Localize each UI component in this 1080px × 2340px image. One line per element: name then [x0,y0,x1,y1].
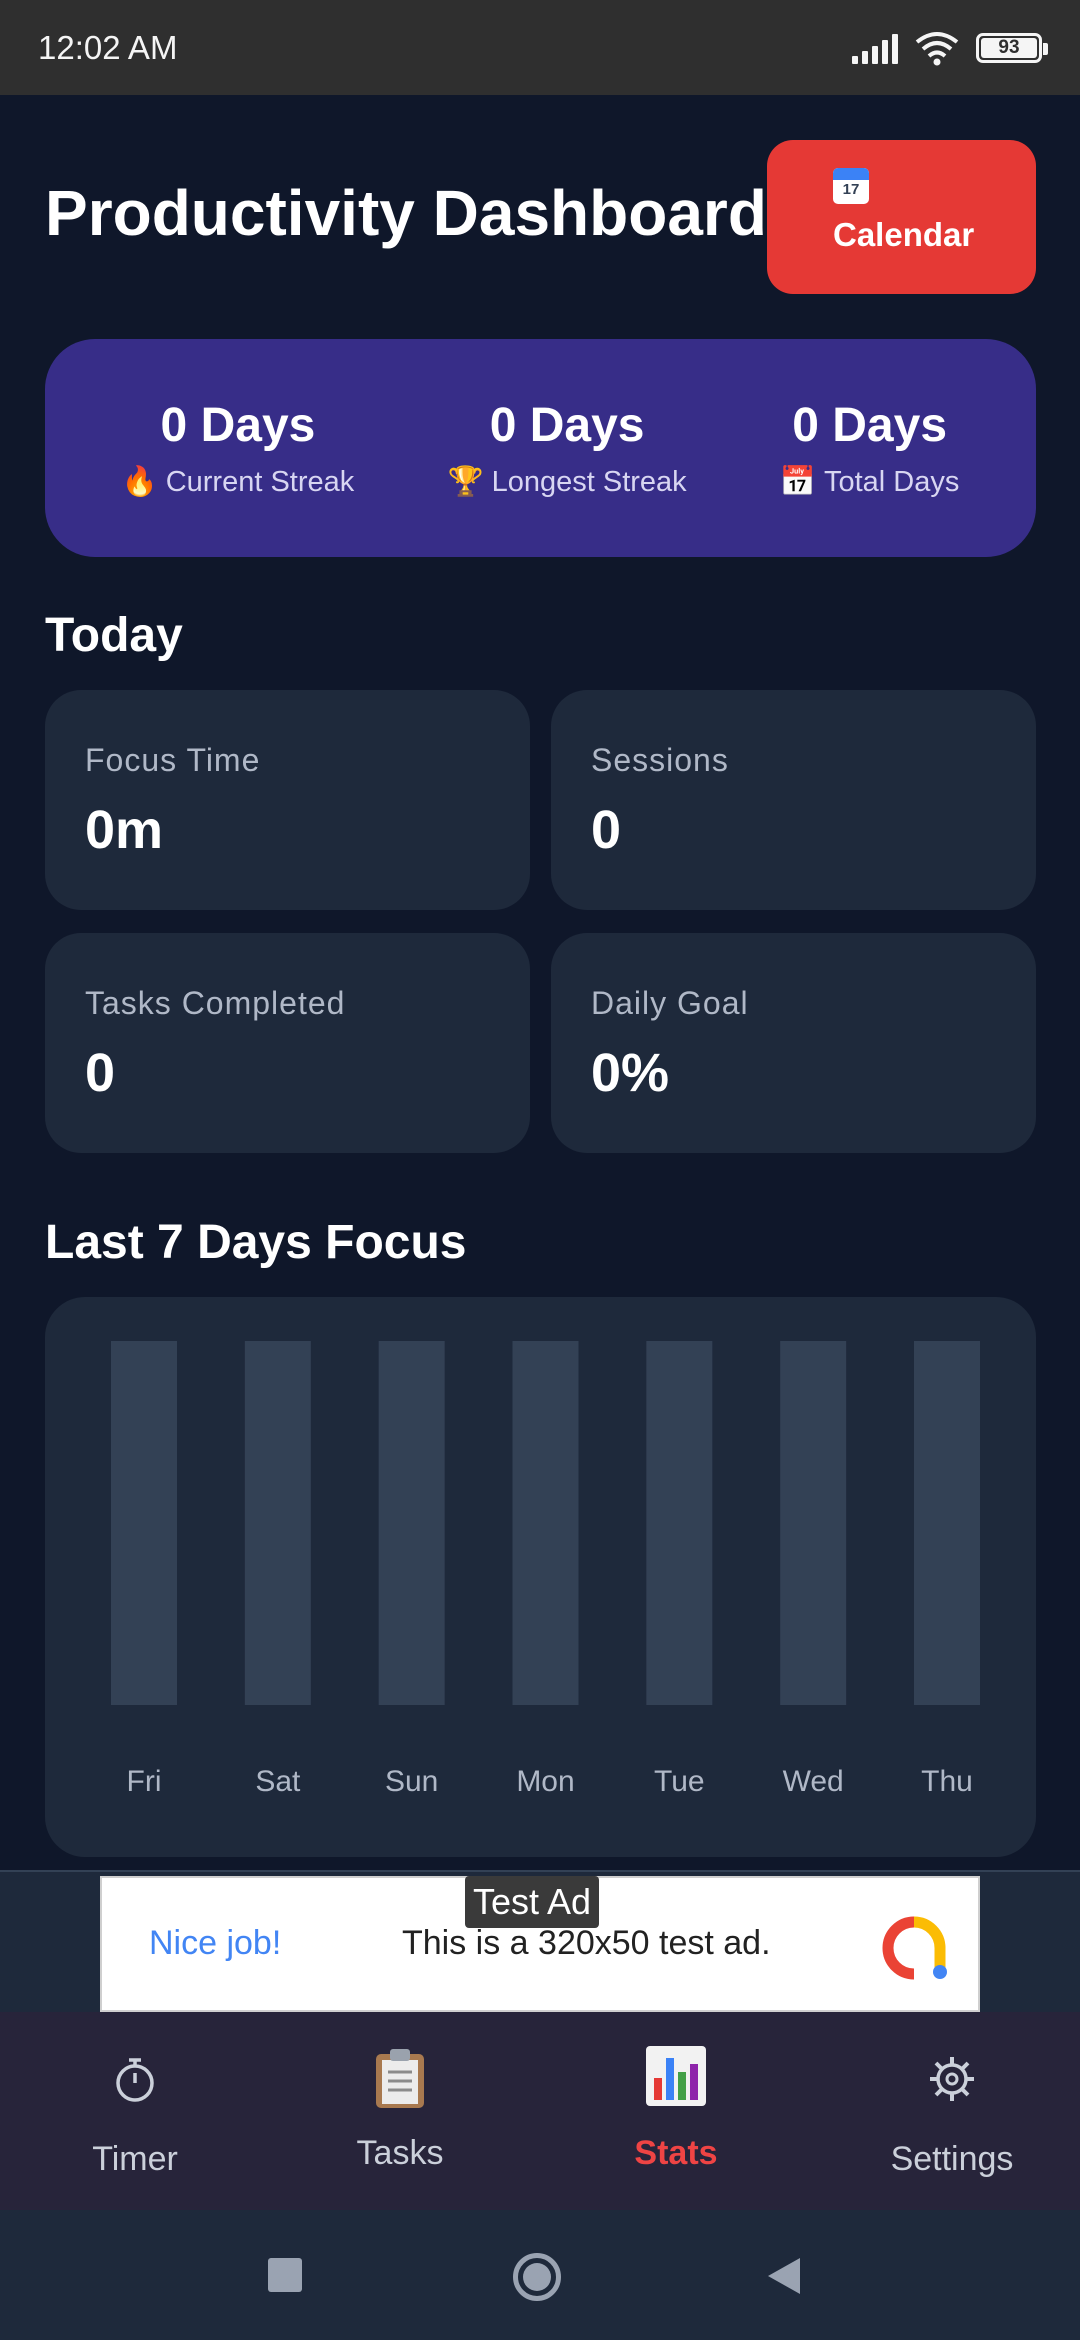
section-title-today: Today [45,609,183,662]
system-nav-bar [0,2210,1080,2340]
calendar-button[interactable]: 17 Calendar [767,140,1036,294]
chart-bar-track [646,1341,713,1705]
chart-tick-label: Sun [385,1765,438,1798]
clipboard-icon [376,2049,424,2108]
stat-label: Daily Goal [591,985,749,1021]
nav-item-settings[interactable]: Settings [817,2012,1080,2210]
total-days: 0 Days 📅 Total Days [780,398,960,499]
nav-item-timer[interactable]: Timer [0,2012,270,2210]
calendar-button-label: Calendar [833,216,975,253]
test-ad-tag: Test Ad [465,1876,600,1928]
gear-icon [930,2057,974,2101]
ad-logo-icon [882,1916,947,1980]
streak-value: 0 Days [160,398,316,452]
back-button[interactable] [764,2256,804,2296]
chart-tick-label: Wed [783,1765,844,1798]
streak-value: 0 Days [489,398,645,452]
current-streak: 0 Days 🔥 Current Streak [122,398,355,499]
nav-label-tasks: Tasks [356,2134,444,2172]
bar-chart-icon [646,2046,706,2106]
chart-bar-track [914,1341,980,1705]
ad-headline: Nice job! [149,1924,282,1962]
stat-label: Tasks Completed [85,985,346,1021]
recents-button[interactable] [268,2258,302,2292]
status-time: 12:02 AM [38,28,178,66]
chart-bar-track [244,1341,311,1705]
stat-label: Sessions [591,742,729,778]
focus-chart-card: Fri Sat Sun Mon Tue Wed Thu [45,1297,1036,1857]
nav-item-stats[interactable]: Stats [541,2012,811,2210]
ad-text: This is a 320x50 test ad. [402,1924,771,1962]
streak-label: Total Days [823,465,960,498]
streak-card: 0 Days 🔥 Current Streak 0 Days 🏆 Longest S… [45,339,1036,557]
calendar-icon: 📅 [779,465,816,498]
calendar-icon: 17 [833,168,869,204]
nav-label-timer: Timer [92,2140,178,2178]
stat-value: 0m [85,800,164,860]
stat-card-sessions: Sessions 0 [551,690,1036,910]
home-button[interactable] [513,2253,561,2301]
section-title-chart: Last 7 Days Focus [45,1216,467,1269]
streak-label: Current Streak [165,465,355,498]
streak-label: Longest Streak [491,465,687,498]
chart-tick-label: Tue [654,1765,705,1798]
chart-bar-track [378,1341,445,1705]
fire-icon: 🔥 [121,465,158,498]
stat-card-tasks-completed: Tasks Completed 0 [45,933,530,1153]
status-bar: 12:02 AM 93 [0,0,1080,95]
chart-bar-track [780,1341,847,1705]
bottom-nav: Timer Tasks Stats Settings [0,2012,1080,2210]
chart-bar-track [111,1341,177,1705]
signal-icon [852,32,898,64]
stat-value: 0% [591,1043,670,1103]
battery-icon: 93 [976,32,1048,63]
chart-bar-track [512,1341,579,1705]
stat-card-focus-time: Focus Time 0m [45,690,530,910]
wifi-icon [915,31,959,65]
streak-value: 0 Days [792,398,948,452]
chart-tick-label: Fri [127,1765,162,1798]
chart-tick-label: Sat [255,1765,301,1798]
chart-tick-label: Thu [921,1765,973,1798]
page-title: Productivity Dashboard [45,177,767,249]
focus-bar-chart: Fri Sat Sun Mon Tue Wed Thu [111,1341,980,1798]
nav-item-tasks[interactable]: Tasks [265,2012,535,2210]
stat-label: Focus Time [85,742,261,778]
chart-tick-label: Mon [516,1765,574,1798]
status-icons: 93 [852,30,1048,66]
battery-level: 93 [981,37,1037,58]
longest-streak: 0 Days 🏆 Longest Streak [447,398,686,499]
stat-value: 0 [85,1043,116,1103]
stat-card-daily-goal: Daily Goal 0% [551,933,1036,1153]
nav-label-settings: Settings [890,2140,1014,2178]
trophy-icon: 🏆 [447,465,484,498]
nav-label-stats: Stats [634,2134,718,2172]
timer-icon [116,2058,154,2102]
stat-value: 0 [591,800,622,860]
